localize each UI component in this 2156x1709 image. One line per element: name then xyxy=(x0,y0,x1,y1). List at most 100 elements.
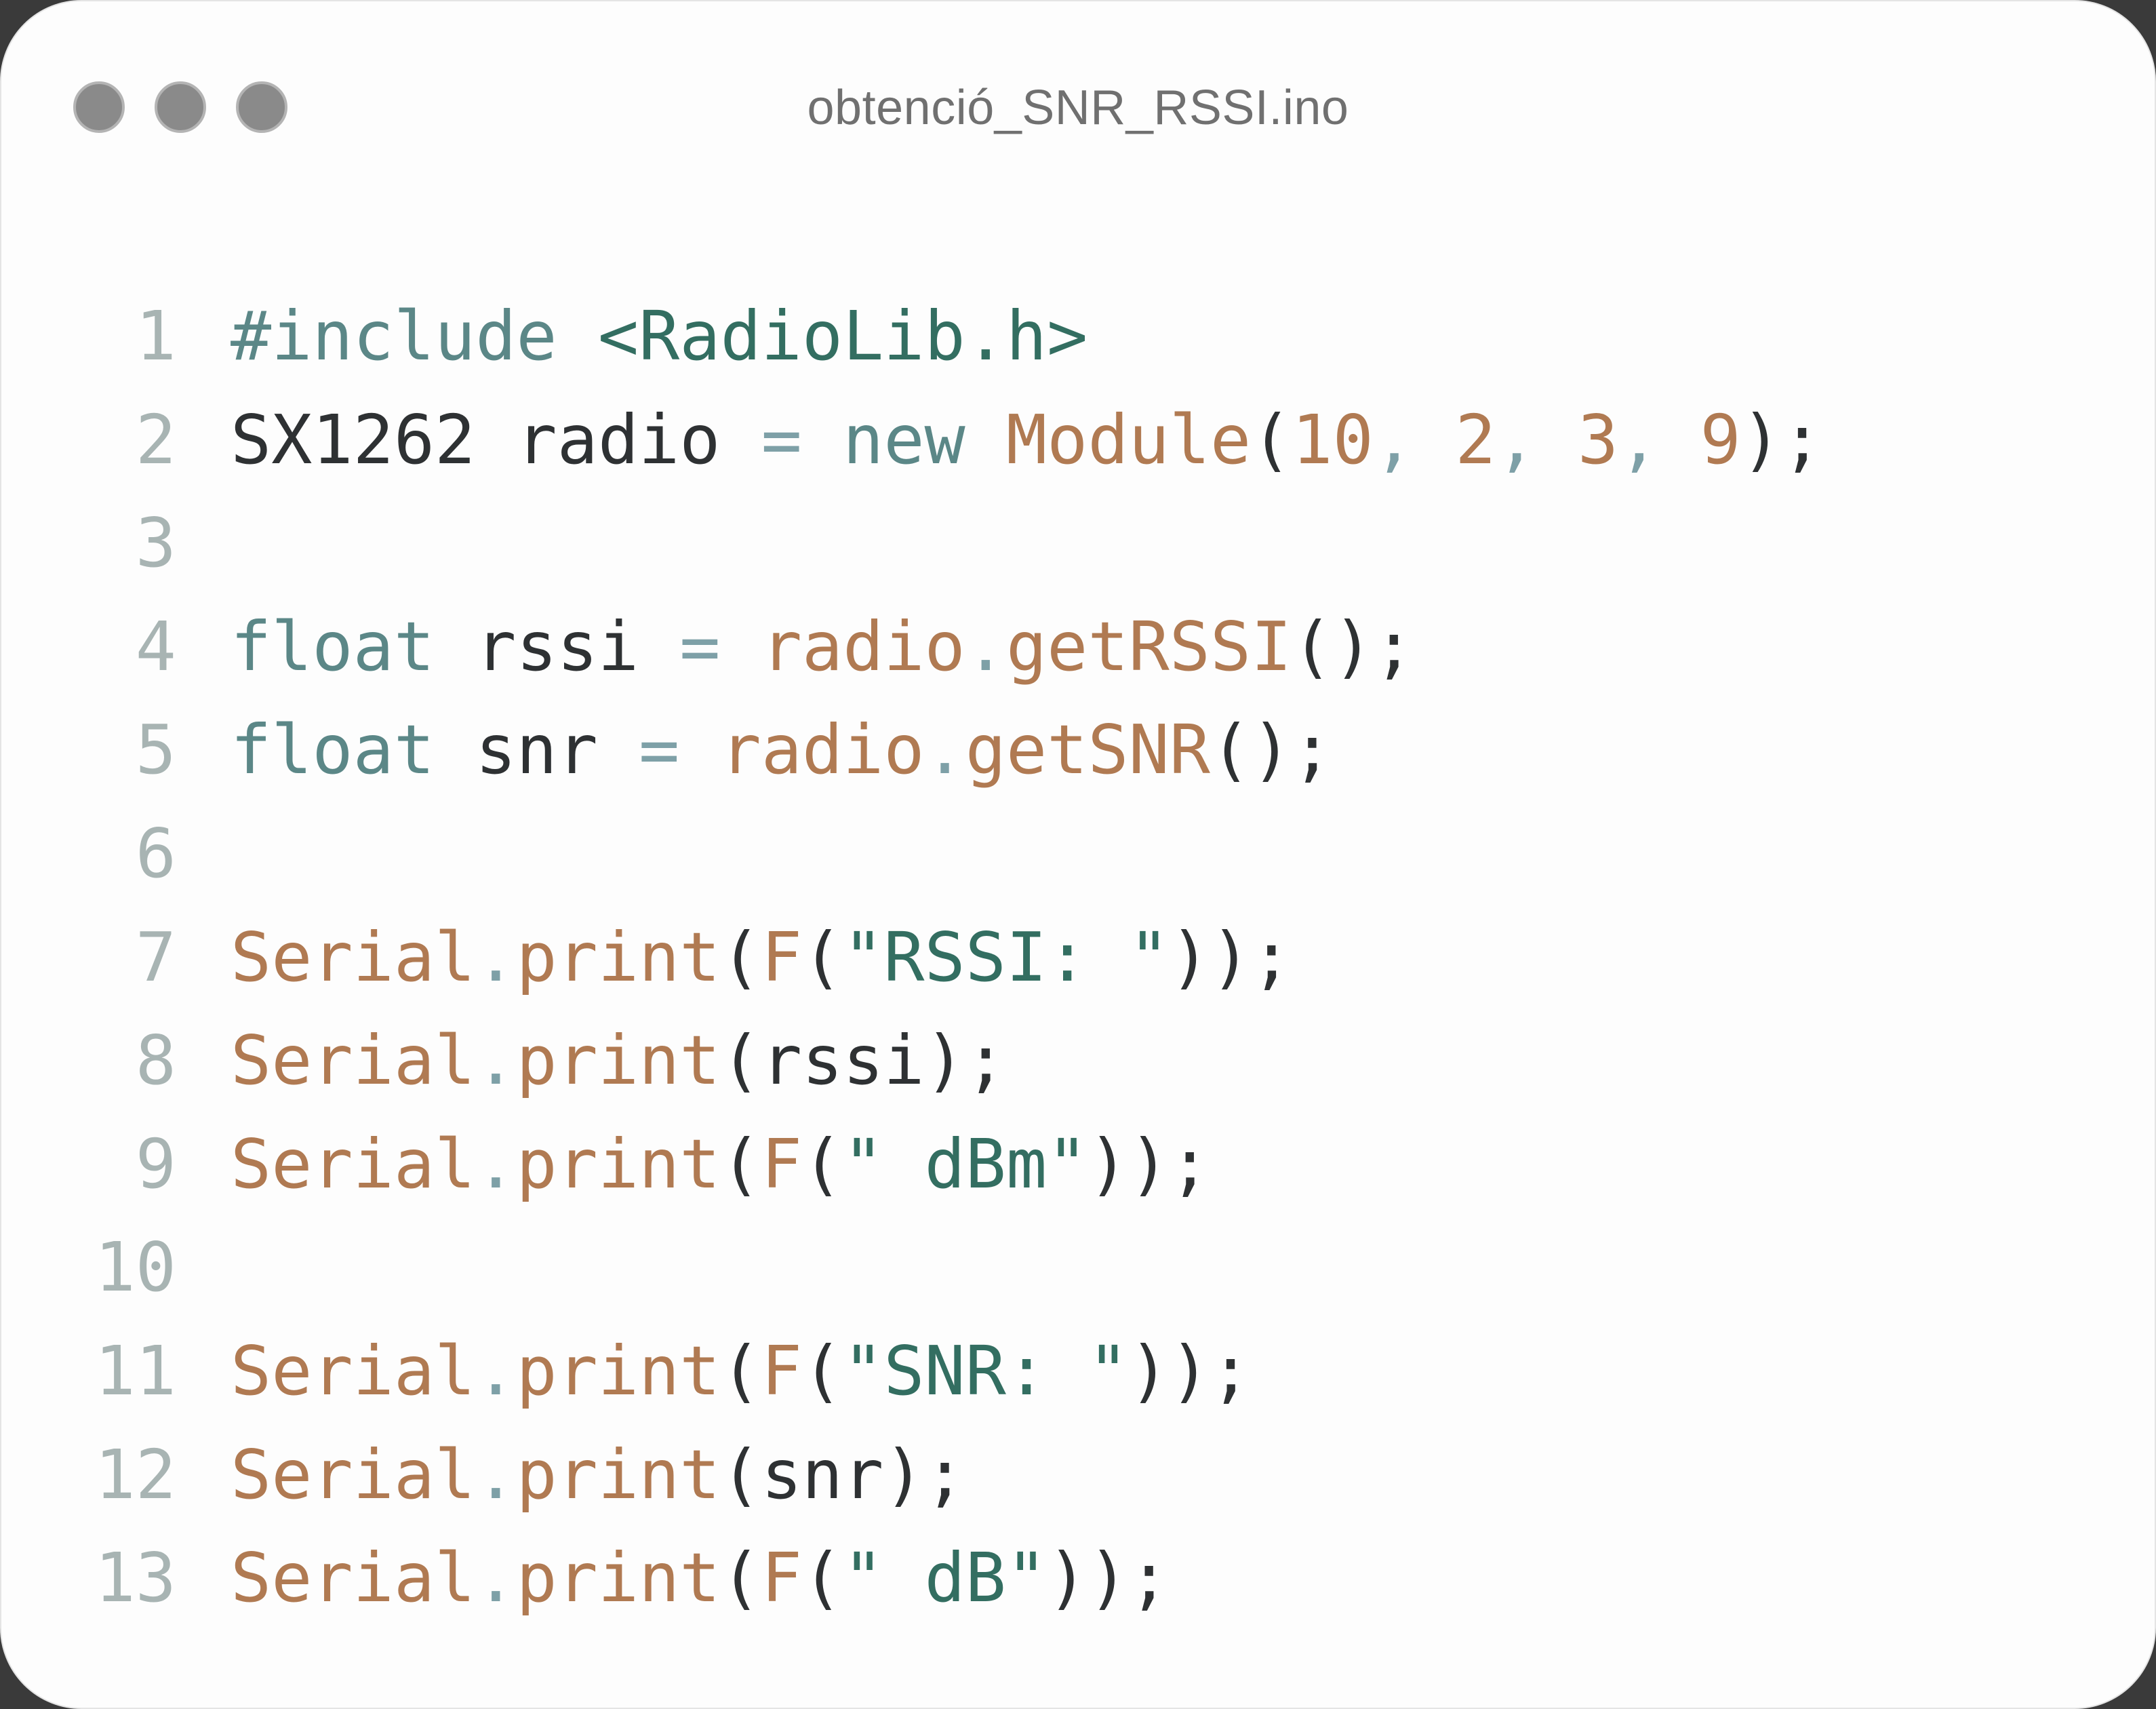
line-number: 10 xyxy=(94,1227,176,1308)
code-token: float xyxy=(231,606,435,686)
code-token: . xyxy=(924,710,965,790)
code-text: Serial.print(F(" dB")); xyxy=(231,1527,1170,1630)
code-token: . xyxy=(965,606,1006,686)
code-token: 10 xyxy=(1292,399,1374,479)
code-text: float snr = radio.getSNR(); xyxy=(231,699,1333,802)
code-token: ); xyxy=(1740,399,1823,479)
code-token: ( xyxy=(801,917,843,997)
code-token: ( xyxy=(801,1331,843,1411)
code-token: ( xyxy=(720,917,761,997)
code-line[interactable]: 3 xyxy=(1,492,2155,595)
code-line[interactable]: 9 Serial.print(F(" dBm")); xyxy=(1,1113,2155,1217)
code-line[interactable]: 7 Serial.print(F("RSSI: ")); xyxy=(1,906,2155,1010)
code-text: Serial.print(F("SNR: ")); xyxy=(231,1320,1251,1423)
code-token: 9 xyxy=(1700,399,1741,479)
code-token: , xyxy=(1373,399,1456,479)
code-token: (); xyxy=(1292,606,1415,686)
code-token: radio xyxy=(761,606,965,686)
line-number: 12 xyxy=(94,1434,176,1514)
code-token: print xyxy=(516,1538,721,1618)
code-token: snr xyxy=(435,710,639,790)
code-line[interactable]: 2 SX1262 radio = new Module(10, 2, 3, 9); xyxy=(1,389,2155,492)
code-token: Serial xyxy=(231,917,476,997)
code-token: . xyxy=(475,917,517,997)
line-number: 9 xyxy=(135,1124,176,1204)
code-token: )); xyxy=(1087,1124,1210,1204)
code-line[interactable]: 10 xyxy=(1,1216,2155,1320)
code-line[interactable]: 1 #include <RadioLib.h> xyxy=(1,285,2155,389)
code-line[interactable]: 8 Serial.print(rssi); xyxy=(1,1009,2155,1113)
code-text: Serial.print(rssi); xyxy=(231,1009,1006,1113)
code-token: ( xyxy=(801,1124,843,1204)
code-token: float xyxy=(231,710,435,790)
code-text: float rssi = radio.getRSSI(); xyxy=(231,595,1414,699)
code-token: print xyxy=(516,917,721,997)
code-token: radio xyxy=(720,710,925,790)
code-token: print xyxy=(516,1331,721,1411)
line-number: 13 xyxy=(94,1538,176,1618)
code-token: F xyxy=(761,1331,802,1411)
code-line[interactable]: 5 float snr = radio.getSNR(); xyxy=(1,699,2155,802)
code-token: ( xyxy=(720,1538,761,1618)
window-title: obtenció_SNR_RSSI.ino xyxy=(807,81,1349,135)
code-token: (rssi); xyxy=(720,1021,1006,1101)
line-number: 6 xyxy=(135,813,176,893)
line-number: 2 xyxy=(135,399,176,479)
code-token: ( xyxy=(1251,399,1292,479)
code-token: SX1262 radio xyxy=(231,399,761,479)
code-token: , xyxy=(1496,399,1578,479)
title-bar: obtenció_SNR_RSSI.ino xyxy=(1,1,2155,205)
code-token: (snr); xyxy=(720,1434,965,1514)
code-line[interactable]: 12 Serial.print(snr); xyxy=(1,1423,2155,1527)
code-token: ( xyxy=(720,1124,761,1204)
code-token: . xyxy=(475,1434,517,1514)
code-token: Module xyxy=(1005,399,1252,479)
code-token: F xyxy=(761,1538,802,1618)
code-line[interactable]: 6 xyxy=(1,802,2155,906)
code-token: "RSSI: " xyxy=(843,917,1170,997)
code-token: Serial xyxy=(231,1021,476,1101)
code-token: . xyxy=(475,1021,517,1101)
code-line[interactable]: 11 Serial.print(F("SNR: ")); xyxy=(1,1320,2155,1423)
code-text: #include <RadioLib.h> xyxy=(231,285,1087,389)
line-number: 1 xyxy=(135,296,176,376)
code-token: #include xyxy=(231,296,557,376)
code-token: print xyxy=(516,1434,721,1514)
code-token: getRSSI xyxy=(1005,606,1292,686)
code-editor[interactable]: 1 #include <RadioLib.h> 2 SX1262 radio = ne… xyxy=(1,285,2155,1630)
code-line[interactable]: 13 Serial.print(F(" dB")); xyxy=(1,1527,2155,1630)
line-number: 7 xyxy=(135,917,176,997)
code-token: )); xyxy=(1047,1538,1170,1618)
code-token: , xyxy=(1618,399,1700,479)
code-token: Serial xyxy=(231,1124,476,1204)
line-number: 11 xyxy=(94,1331,176,1411)
code-token: getSNR xyxy=(965,710,1210,790)
code-token: rssi xyxy=(435,606,680,686)
code-token: <RadioLib.h> xyxy=(597,296,1088,376)
code-token: )); xyxy=(1128,1331,1252,1411)
code-token: "SNR: " xyxy=(843,1331,1129,1411)
code-token: = xyxy=(679,606,721,686)
code-token: )); xyxy=(1169,917,1292,997)
code-text: Serial.print(F("RSSI: ")); xyxy=(231,906,1292,1010)
code-token: (); xyxy=(1210,710,1333,790)
code-token: Serial xyxy=(231,1434,476,1514)
code-text: Serial.print(F(" dBm")); xyxy=(231,1113,1210,1217)
code-token: ( xyxy=(720,1331,761,1411)
code-line[interactable]: 4 float rssi = radio.getRSSI(); xyxy=(1,595,2155,699)
code-token: . xyxy=(475,1124,517,1204)
line-number: 3 xyxy=(135,503,176,583)
code-token: 2 xyxy=(1455,399,1496,479)
code-token: F xyxy=(761,1124,802,1204)
code-window: obtenció_SNR_RSSI.ino 1 #include <RadioLi… xyxy=(0,0,2156,1709)
code-token: " dBm" xyxy=(843,1124,1088,1204)
code-token: Serial xyxy=(231,1331,476,1411)
line-number: 5 xyxy=(135,710,176,790)
code-token: 3 xyxy=(1577,399,1619,479)
code-token: new xyxy=(843,399,965,479)
